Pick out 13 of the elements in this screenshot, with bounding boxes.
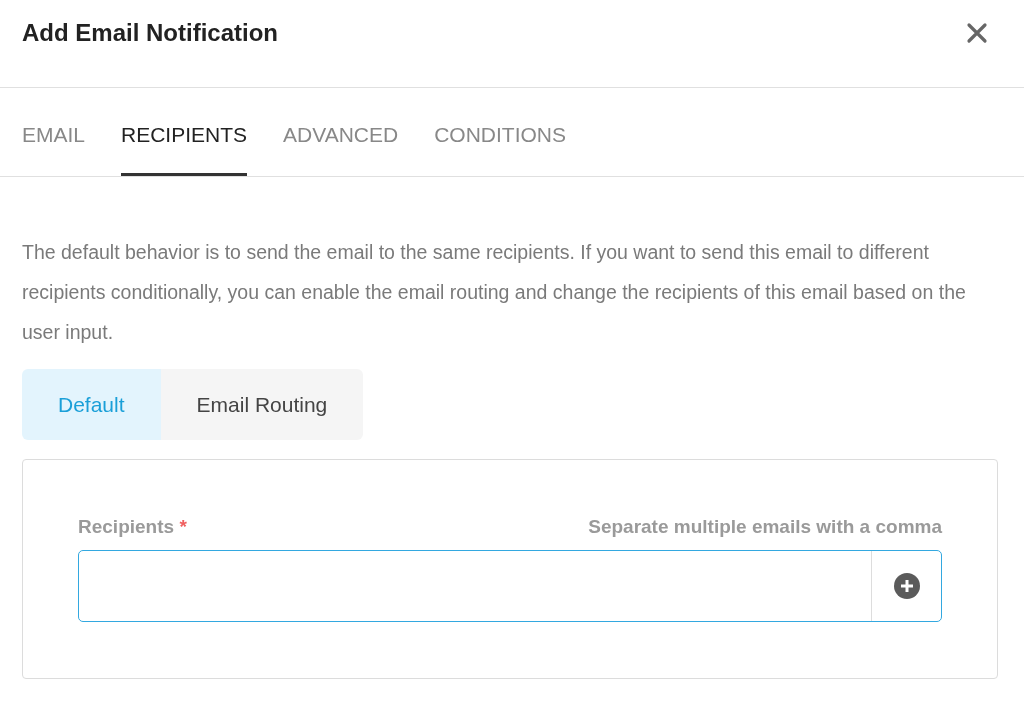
field-hint: Separate multiple emails with a comma [588, 516, 942, 538]
tab[interactable]: ADVANCED [283, 88, 399, 176]
recipients-input[interactable] [78, 550, 942, 622]
description-text: The default behavior is to send the email to the same recipients. If you want to send this email to different recipients conditionally, you can enable the email routing and change the recipients of this email based on the user input. [22, 240, 967, 345]
plus-circle-icon [893, 573, 920, 599]
tab[interactable]: CONDITIONS [434, 88, 567, 176]
field-label: Recipients * [78, 516, 187, 538]
toggle-option[interactable]: Default [22, 369, 161, 440]
tab[interactable]: RECIPIENTS [121, 88, 248, 176]
close-icon [966, 21, 988, 44]
dialog-title: Add Email Notification [22, 18, 278, 47]
tab[interactable]: EMAIL [22, 88, 86, 176]
toggle-option[interactable]: Email Routing [160, 369, 364, 440]
